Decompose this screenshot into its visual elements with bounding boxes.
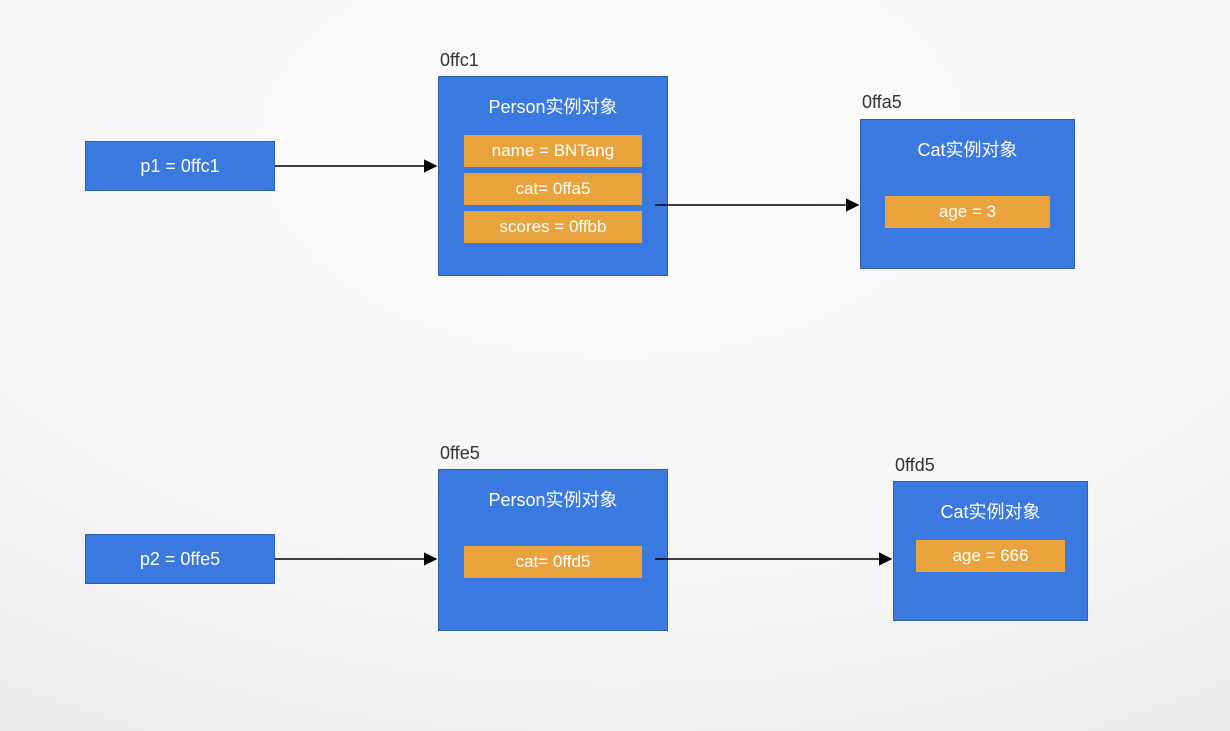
obj-person1: Person实例对象 name = BNTang cat= 0ffa5 scor…	[438, 76, 668, 276]
addr-label-cat1: 0ffa5	[862, 92, 902, 113]
cat1-field-age: age = 3	[885, 196, 1051, 228]
addr-label-person2: 0ffe5	[440, 443, 480, 464]
addr-label-cat2: 0ffd5	[895, 455, 935, 476]
obj-cat1-title: Cat实例对象	[871, 132, 1064, 172]
obj-person2: Person实例对象 cat= 0ffd5	[438, 469, 668, 631]
person1-field-name: name = BNTang	[464, 135, 643, 167]
obj-cat2-title: Cat实例对象	[904, 494, 1077, 534]
person1-field-scores: scores = 0ffbb	[464, 211, 643, 243]
obj-cat1: Cat实例对象 age = 3	[860, 119, 1075, 269]
obj-cat2: Cat实例对象 age = 666	[893, 481, 1088, 621]
var-p1: p1 = 0ffc1	[85, 141, 275, 191]
obj-person2-title: Person实例对象	[449, 482, 657, 522]
diagram-canvas: 0ffc1 0ffa5 0ffe5 0ffd5 p1 = 0ffc1 p2 = …	[0, 0, 1230, 731]
cat2-field-age: age = 666	[916, 540, 1065, 572]
addr-label-person1: 0ffc1	[440, 50, 479, 71]
person2-field-cat: cat= 0ffd5	[464, 546, 643, 578]
var-p2: p2 = 0ffe5	[85, 534, 275, 584]
person1-field-cat: cat= 0ffa5	[464, 173, 643, 205]
obj-person1-title: Person实例对象	[449, 89, 657, 129]
